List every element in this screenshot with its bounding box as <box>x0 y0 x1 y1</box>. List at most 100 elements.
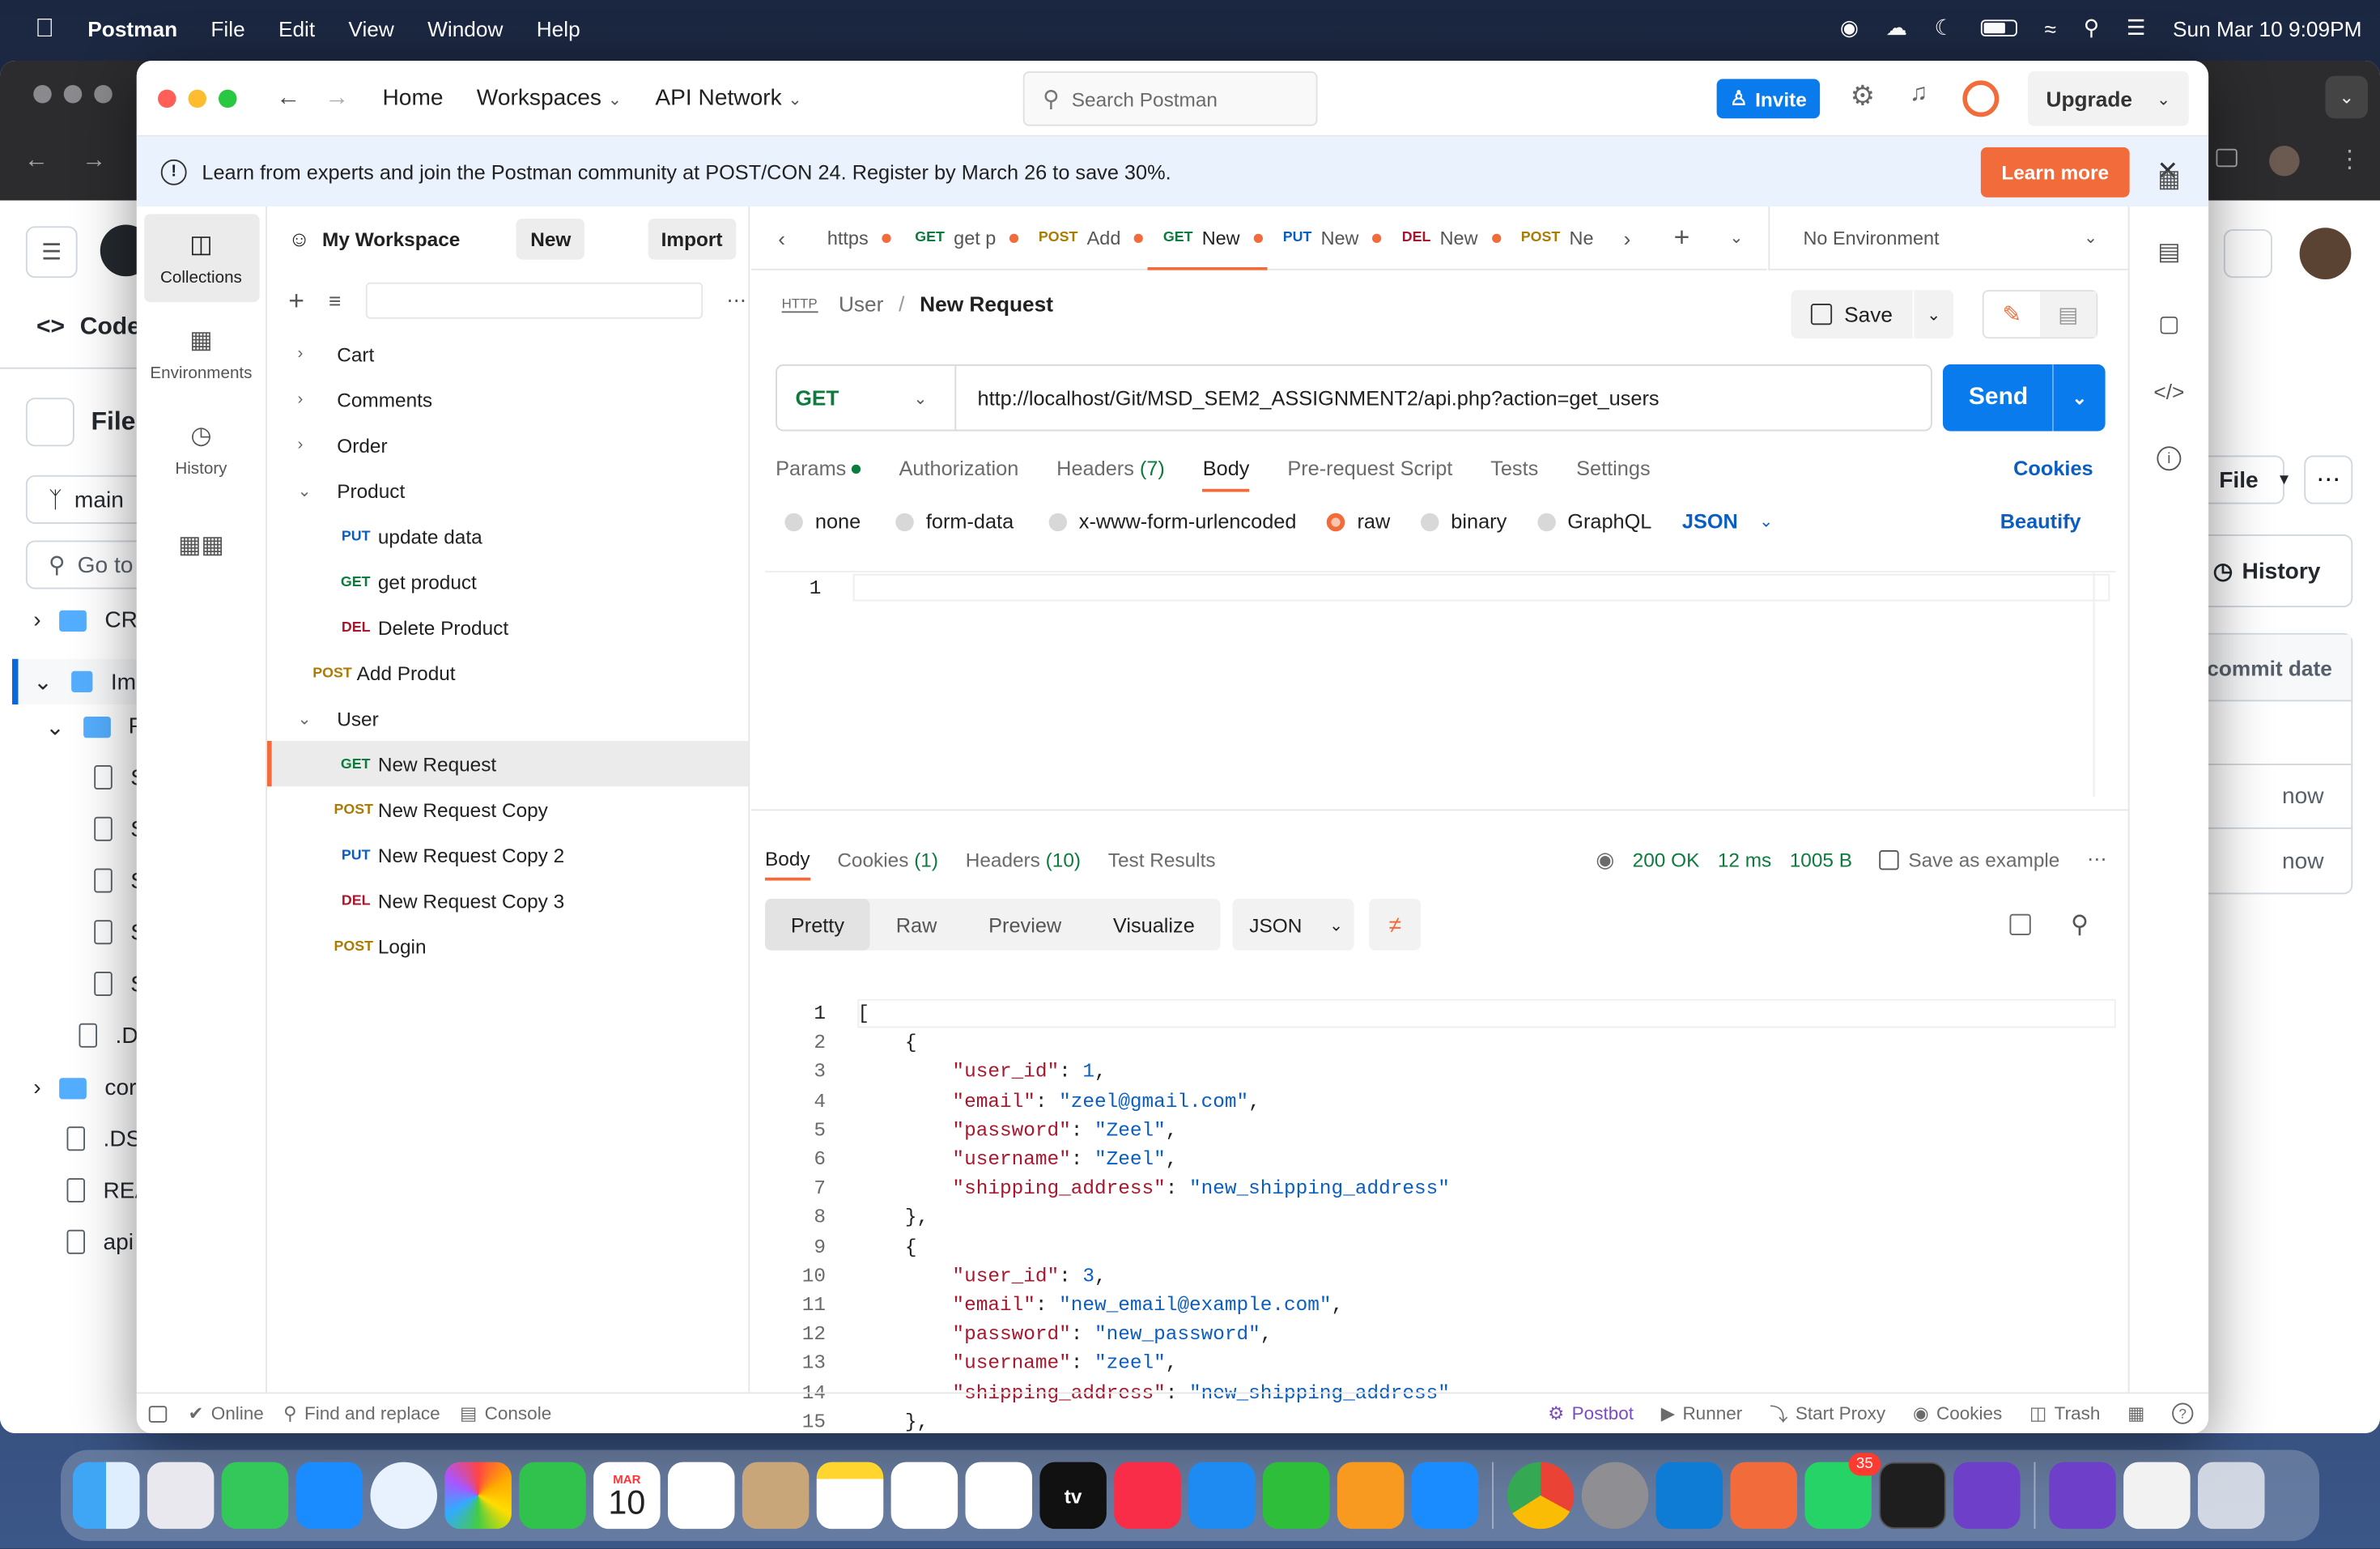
files-panel-toggle[interactable] <box>25 398 74 447</box>
tab-authorization[interactable]: Authorization <box>899 456 1019 479</box>
more-options-icon[interactable]: ⋯ <box>2304 455 2353 504</box>
file-tree-item[interactable]: › cor <box>33 1075 136 1101</box>
forward-arrow-icon[interactable]: → <box>325 84 349 112</box>
pages-icon[interactable] <box>1337 1462 1405 1530</box>
search-icon[interactable]: ⚲ <box>2084 15 2099 41</box>
tab-prerequest-script[interactable]: Pre-request Script <box>1287 456 1452 479</box>
code-tab[interactable]: Code <box>80 314 141 342</box>
tab-tests[interactable]: Tests <box>1490 456 1538 479</box>
request-tab[interactable]: POST Ne <box>1506 206 1601 270</box>
resp-tab-test-results[interactable]: Test Results <box>1108 848 1216 870</box>
notes-icon[interactable] <box>816 1462 884 1530</box>
calendar-icon[interactable]: MAR 10 <box>593 1462 661 1530</box>
online-status[interactable]: ✔ Online <box>189 1403 264 1424</box>
radio-binary[interactable]: binary <box>1420 510 1507 533</box>
learn-more-button[interactable]: Learn more <box>1980 147 2130 198</box>
forward-arrow-icon[interactable]: → <box>82 147 106 175</box>
launchpad-icon[interactable] <box>147 1462 215 1530</box>
trash-icon[interactable] <box>2198 1462 2265 1530</box>
chevron-right-icon[interactable]: › <box>298 345 317 364</box>
file-tree-item[interactable]: .D <box>79 1023 138 1049</box>
moon-icon[interactable]: ☾ <box>1935 15 1954 41</box>
request-tab[interactable]: DEL New <box>1387 206 1506 270</box>
tab-settings[interactable]: Settings <box>1576 456 1650 479</box>
request-item[interactable]: POST Login <box>267 923 748 968</box>
chevron-right-icon[interactable]: › <box>298 436 317 454</box>
chevron-down-icon[interactable]: ⌄ <box>298 480 317 500</box>
tabs-dropdown-chevron-icon[interactable]: ⌄ <box>1711 228 1762 248</box>
radio-raw[interactable]: raw <box>1326 510 1390 533</box>
new-tab-plus-icon[interactable]: + <box>1653 222 1711 253</box>
invite-button[interactable]: ♙ Invite <box>1716 79 1821 119</box>
copy-icon[interactable] <box>2010 913 2032 935</box>
request-tab[interactable]: GET New <box>1148 206 1268 270</box>
apple-icon[interactable]:  <box>35 13 54 44</box>
request-item[interactable]: GET New Request <box>267 741 749 787</box>
sidebar-item-collections[interactable]: ◫ Collections <box>143 214 259 303</box>
document-stack-icon[interactable] <box>2123 1462 2191 1530</box>
folder-item[interactable]: › Cart <box>267 331 748 377</box>
runner-button[interactable]: ▶ Runner <box>1661 1403 1742 1424</box>
folder-item[interactable]: ⌄ User <box>267 696 748 741</box>
file-tree-item[interactable]: api <box>66 1229 134 1256</box>
branch-selector[interactable]: ᛉ main <box>25 474 147 524</box>
photos-icon[interactable] <box>444 1462 512 1530</box>
notifications-bell-icon[interactable]: ♫ <box>1910 80 1928 108</box>
whatsapp-icon[interactable]: 35 <box>1804 1453 1881 1530</box>
folder-item[interactable]: › Comments <box>267 377 748 422</box>
postbot-button[interactable]: ⚙ Postbot <box>1548 1403 1634 1424</box>
view-raw[interactable]: Raw <box>870 899 963 951</box>
menu-edit[interactable]: Edit <box>278 16 315 40</box>
menu-window[interactable]: Window <box>427 16 503 40</box>
start-proxy-button[interactable]: ⤵ Start Proxy <box>1770 1401 1885 1427</box>
send-dropdown-chevron-icon[interactable]: ⌄ <box>2052 364 2106 432</box>
request-item[interactable]: POST Add Produt <box>267 650 748 696</box>
method-select[interactable]: GET ⌄ <box>777 365 957 430</box>
filter-input[interactable] <box>365 282 703 319</box>
apple-tv-icon[interactable]: tv <box>1039 1462 1107 1530</box>
file-tree-item[interactable]: ⌄Pr <box>45 713 151 741</box>
terminal-icon[interactable] <box>1879 1462 1946 1530</box>
breadcrumb-parent[interactable]: User <box>839 292 883 316</box>
wifi-icon[interactable]: ≈ <box>2045 16 2056 40</box>
hamburger-icon[interactable]: ☰ <box>25 226 78 279</box>
safari-icon[interactable] <box>370 1462 437 1530</box>
more-options-icon[interactable]: ⋯ <box>2087 847 2106 871</box>
response-size[interactable]: 1005 B <box>1790 848 1852 870</box>
pencil-icon[interactable]: ✎ <box>1984 292 2040 337</box>
postman-icon[interactable] <box>1730 1462 1797 1530</box>
environment-quicklook-icon[interactable]: ▦ <box>2157 164 2180 195</box>
nav-home[interactable]: Home <box>383 85 444 111</box>
numbers-icon[interactable] <box>1263 1462 1330 1530</box>
info-icon[interactable]: i <box>2157 446 2182 471</box>
layout-icon[interactable]: ▦ <box>2127 1403 2144 1424</box>
clock[interactable]: Sun Mar 10 9:09PM <box>2173 16 2361 40</box>
globe-icon[interactable]: ◉ <box>1596 846 1614 872</box>
trash-button[interactable]: ◫ Trash <box>2029 1403 2100 1424</box>
filter-icon[interactable]: ≡ <box>329 288 341 313</box>
freeform-icon[interactable] <box>965 1462 1032 1530</box>
documentation-icon[interactable]: ▤ <box>2157 237 2180 268</box>
search-icon[interactable]: ⚲ <box>2071 909 2089 940</box>
new-button[interactable]: New <box>516 218 585 259</box>
github-desktop-icon[interactable] <box>1953 1462 2021 1530</box>
chevron-right-icon[interactable]: › <box>298 390 317 409</box>
reminders-icon[interactable] <box>668 1462 735 1530</box>
request-body-editor[interactable]: 1 <box>765 571 2116 798</box>
save-dropdown-button[interactable]: ⌄ <box>1914 290 1954 339</box>
request-tab[interactable]: POST Add <box>1023 206 1148 270</box>
radio-none[interactable]: none <box>784 510 861 533</box>
profile-avatar-small[interactable] <box>2269 146 2300 177</box>
chevron-down-icon[interactable]: ⌄ <box>298 709 317 729</box>
inbox-icon[interactable] <box>2223 229 2272 279</box>
goto-file-input[interactable]: ⚲ Go to <box>25 540 147 589</box>
add-icon[interactable]: + <box>288 285 304 317</box>
chevron-right-icon[interactable]: › <box>1601 225 1653 249</box>
help-icon[interactable]: ? <box>2172 1402 2194 1424</box>
more-options-icon[interactable]: ⋯ <box>727 288 746 313</box>
mail-icon[interactable] <box>295 1462 363 1530</box>
view-preview[interactable]: Preview <box>963 899 1087 951</box>
settings-gear-icon[interactable]: ⚙ <box>1851 80 1875 112</box>
control-center-icon[interactable]: ☰ <box>2127 15 2146 41</box>
creative-cloud-icon[interactable]: ◉ <box>1840 15 1859 41</box>
